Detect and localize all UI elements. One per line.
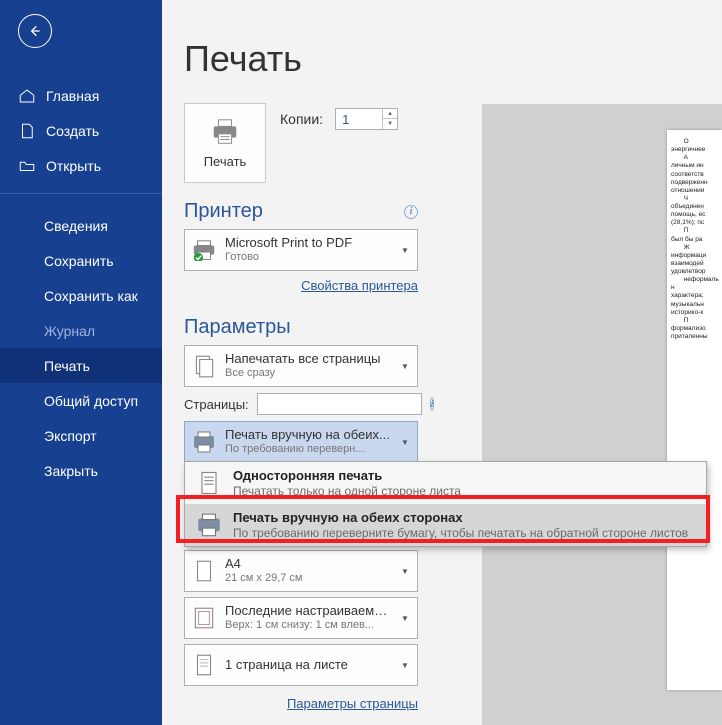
copies-decrement[interactable]: ▼ [383, 119, 397, 129]
opt2-sub: По требованию переверните бумагу, чтобы … [233, 526, 696, 540]
nav-open[interactable]: Открыть [0, 148, 162, 183]
duplex-combo[interactable]: Печать вручную на обеих... По требованию… [184, 421, 418, 463]
print-button-label: Печать [204, 154, 247, 169]
nav-separator [0, 193, 162, 194]
nav-label: Главная [46, 88, 99, 104]
pages-input[interactable] [257, 393, 422, 415]
nav-label: Создать [46, 123, 99, 139]
opt1-title: Односторонняя печать [233, 468, 696, 484]
params-section: Параметры Напечатать все страницы Все ср… [184, 316, 418, 463]
folder-open-icon [18, 157, 36, 175]
copies-spinner[interactable]: ▲ ▼ [335, 108, 398, 130]
nav-save-as[interactable]: Сохранить как [0, 278, 162, 313]
printer-icon [210, 118, 240, 146]
print-range-combo[interactable]: Напечатать все страницы Все сразу ▼ [184, 345, 418, 387]
printer-section: Принтер i Microsoft Print to PDF Готово … [184, 200, 418, 295]
margins-icon [191, 605, 217, 631]
pages-label: Страницы: [184, 397, 249, 412]
print-range-label: Напечатать все страницы [225, 352, 393, 367]
margins-sub: Верх: 1 см снизу: 1 см влев... [225, 619, 393, 632]
chevron-down-icon: ▼ [401, 567, 411, 576]
copies-row: Копии: ▲ ▼ [280, 108, 398, 130]
copies-input[interactable] [336, 109, 382, 129]
preview-text: О энергичнее А личным ин соответств подв… [671, 138, 722, 341]
page-size-icon [191, 558, 217, 584]
printer-properties-link[interactable]: Свойства принтера [301, 278, 418, 293]
copies-label: Копии: [280, 111, 323, 127]
page-title: Печать [184, 38, 722, 80]
info-icon[interactable]: i [404, 205, 418, 219]
chevron-down-icon: ▼ [401, 246, 411, 255]
duplex-manual-icon [195, 511, 223, 539]
paper-size-combo[interactable]: A4 21 см x 29,7 см ▼ [184, 550, 418, 592]
nav-label: Экспорт [44, 428, 97, 444]
printer-ready-icon [191, 237, 217, 263]
printer-name: Microsoft Print to PDF [225, 236, 393, 251]
pages-per-sheet-combo[interactable]: 1 страница на листе ▼ [184, 644, 418, 686]
nav-label: Сохранить как [44, 288, 138, 304]
preview-page: О энергичнее А личным ин соответств подв… [667, 130, 722, 690]
back-button[interactable] [18, 14, 52, 48]
backstage-sidebar: Главная Создать Открыть Сведения Сохрани… [0, 0, 162, 725]
duplex-sub: По требованию переверн... [225, 443, 393, 456]
duplex-label: Печать вручную на обеих... [225, 428, 393, 443]
nav-home[interactable]: Главная [0, 78, 162, 113]
nav-close[interactable]: Закрыть [0, 453, 162, 488]
chevron-down-icon: ▼ [401, 362, 411, 371]
printer-combo[interactable]: Microsoft Print to PDF Готово ▼ [184, 229, 418, 271]
nav-export[interactable]: Экспорт [0, 418, 162, 453]
pages-stack-icon [191, 353, 217, 379]
nav-label: Общий доступ [44, 393, 138, 409]
duplex-manual-icon [191, 429, 217, 455]
print-button[interactable]: Печать [184, 103, 266, 183]
print-pane: Печать Печать Копии: ▲ ▼ Принтер i [162, 0, 722, 725]
nav-save[interactable]: Сохранить [0, 243, 162, 278]
margins-name: Последние настраиваемы... [225, 604, 393, 619]
margins-combo[interactable]: Последние настраиваемы... Верх: 1 см сни… [184, 597, 418, 639]
printer-section-title: Принтер [184, 200, 263, 223]
nav-label: Журнал [44, 323, 95, 339]
back-arrow-icon [27, 23, 43, 39]
nav-share[interactable]: Общий доступ [0, 383, 162, 418]
print-preview-area: О энергичнее А личным ин соответств подв… [482, 104, 722, 725]
nav-history[interactable]: Журнал [0, 313, 162, 348]
new-doc-icon [18, 122, 36, 140]
nav-label: Открыть [46, 158, 101, 174]
print-range-sub: Все сразу [225, 367, 393, 380]
pps-label: 1 страница на листе [225, 658, 393, 673]
page-settings-link[interactable]: Параметры страницы [287, 696, 418, 711]
chevron-down-icon: ▼ [401, 438, 411, 447]
nav-new[interactable]: Создать [0, 113, 162, 148]
printer-status: Готово [225, 251, 393, 264]
chevron-down-icon: ▼ [401, 614, 411, 623]
nav-label: Печать [44, 358, 90, 374]
info-icon[interactable]: i [430, 397, 435, 411]
opt1-sub: Печатать только на одной стороне листа [233, 484, 696, 498]
copies-increment[interactable]: ▲ [383, 109, 397, 119]
nav-print[interactable]: Печать [0, 348, 162, 383]
one-page-icon [191, 652, 217, 678]
duplex-option-single[interactable]: Односторонняя печать Печатать только на … [185, 462, 706, 504]
nav-label: Сведения [44, 218, 108, 234]
params-title: Параметры [184, 316, 418, 339]
nav-label: Сохранить [44, 253, 114, 269]
chevron-down-icon: ▼ [401, 661, 411, 670]
single-side-icon [195, 469, 223, 497]
paper-name: A4 [225, 557, 393, 572]
nav-label: Закрыть [44, 463, 98, 479]
opt2-title: Печать вручную на обеих сторонах [233, 510, 696, 526]
nav-info[interactable]: Сведения [0, 208, 162, 243]
duplex-dropdown: Односторонняя печать Печатать только на … [184, 461, 707, 547]
home-icon [18, 87, 36, 105]
duplex-option-manual[interactable]: Печать вручную на обеих сторонах По треб… [185, 504, 706, 546]
paper-dims: 21 см x 29,7 см [225, 572, 393, 585]
